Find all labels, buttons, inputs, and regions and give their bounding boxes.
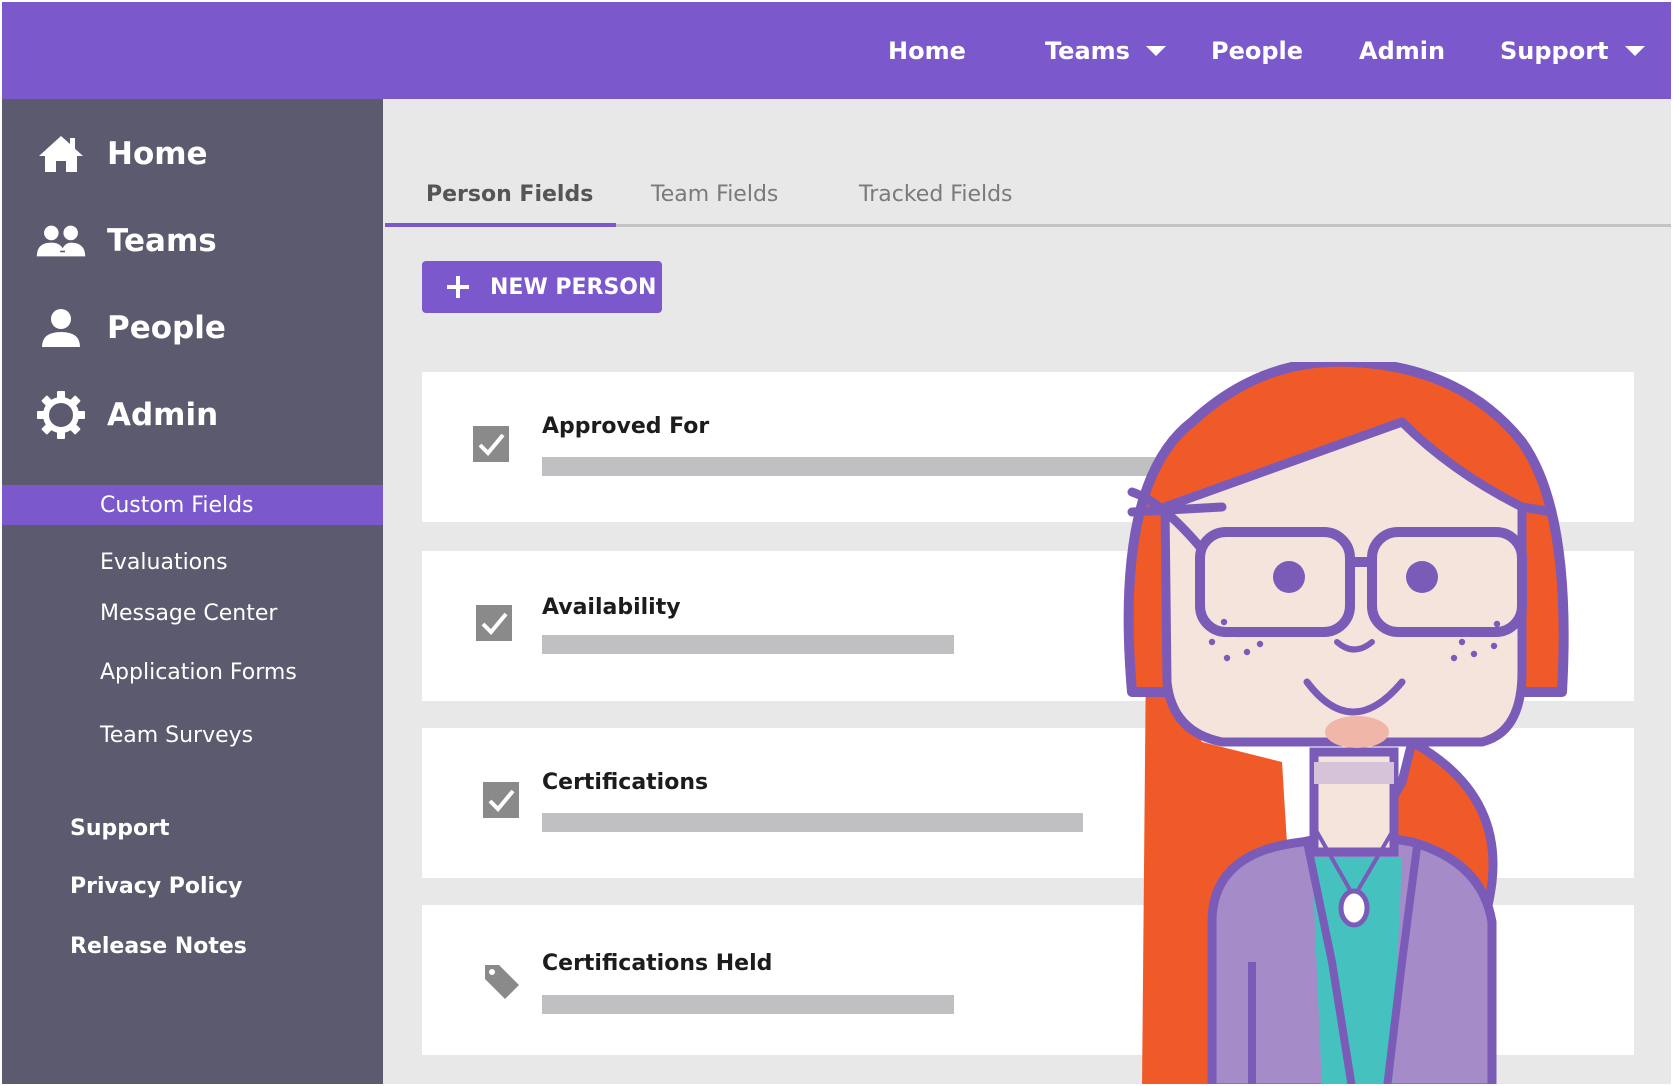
- sidebar-item-admin[interactable]: Admin: [2, 380, 383, 450]
- field-tabs: Person Fields Team Fields Tracked Fields: [385, 164, 1671, 228]
- topnav-support[interactable]: Support: [1500, 2, 1645, 99]
- app-window: Home Teams People Admin Support Home Tea…: [2, 2, 1671, 1084]
- topnav-people[interactable]: People: [1211, 2, 1303, 99]
- field-placeholder-bar: [542, 457, 1182, 476]
- chevron-down-icon: [1624, 45, 1645, 56]
- active-tab-indicator: [385, 223, 616, 227]
- topnav-teams[interactable]: Teams: [1045, 2, 1166, 99]
- sidebar-item-people[interactable]: People: [2, 293, 383, 363]
- top-nav-bar: Home Teams People Admin Support: [2, 2, 1671, 99]
- field-placeholder-bar: [542, 635, 954, 654]
- sidebar-sub-application-forms[interactable]: Application Forms: [2, 652, 383, 692]
- field-placeholder-bar: [542, 813, 1083, 832]
- new-person-button[interactable]: NEW PERSON: [422, 261, 662, 313]
- sidebar-sub-team-surveys[interactable]: Team Surveys: [2, 715, 383, 755]
- sidebar-link-privacy-policy[interactable]: Privacy Policy: [2, 866, 383, 906]
- checkbox-checked-icon: [473, 426, 509, 462]
- tab-tracked-fields[interactable]: Tracked Fields: [859, 164, 1013, 224]
- chevron-down-icon: [1145, 45, 1166, 56]
- sidebar-link-support[interactable]: Support: [2, 808, 383, 848]
- sidebar-sub-custom-fields[interactable]: Custom Fields: [2, 485, 383, 525]
- tag-icon: [485, 965, 519, 999]
- checkbox-checked-icon: [476, 605, 512, 641]
- sidebar-item-teams[interactable]: Teams: [2, 206, 383, 276]
- checkbox-checked-icon: [483, 782, 519, 818]
- topnav-admin[interactable]: Admin: [1359, 2, 1445, 99]
- home-icon: [36, 132, 86, 176]
- sidebar-sub-evaluations[interactable]: Evaluations: [2, 542, 383, 582]
- sidebar-link-release-notes[interactable]: Release Notes: [2, 926, 383, 966]
- tab-team-fields[interactable]: Team Fields: [651, 164, 778, 224]
- field-placeholder-bar: [542, 995, 954, 1014]
- sidebar-sub-message-center[interactable]: Message Center: [2, 593, 383, 633]
- character-illustration: [1123, 362, 1569, 1084]
- teams-icon: [36, 219, 86, 263]
- gear-icon: [36, 391, 86, 439]
- topnav-home[interactable]: Home: [888, 2, 966, 99]
- plus-icon: [447, 276, 469, 298]
- person-icon: [36, 306, 86, 350]
- sidebar: Home Teams People Admin Custom Fields Ev…: [2, 99, 383, 1084]
- sidebar-item-home[interactable]: Home: [2, 119, 383, 189]
- tab-person-fields[interactable]: Person Fields: [426, 164, 593, 224]
